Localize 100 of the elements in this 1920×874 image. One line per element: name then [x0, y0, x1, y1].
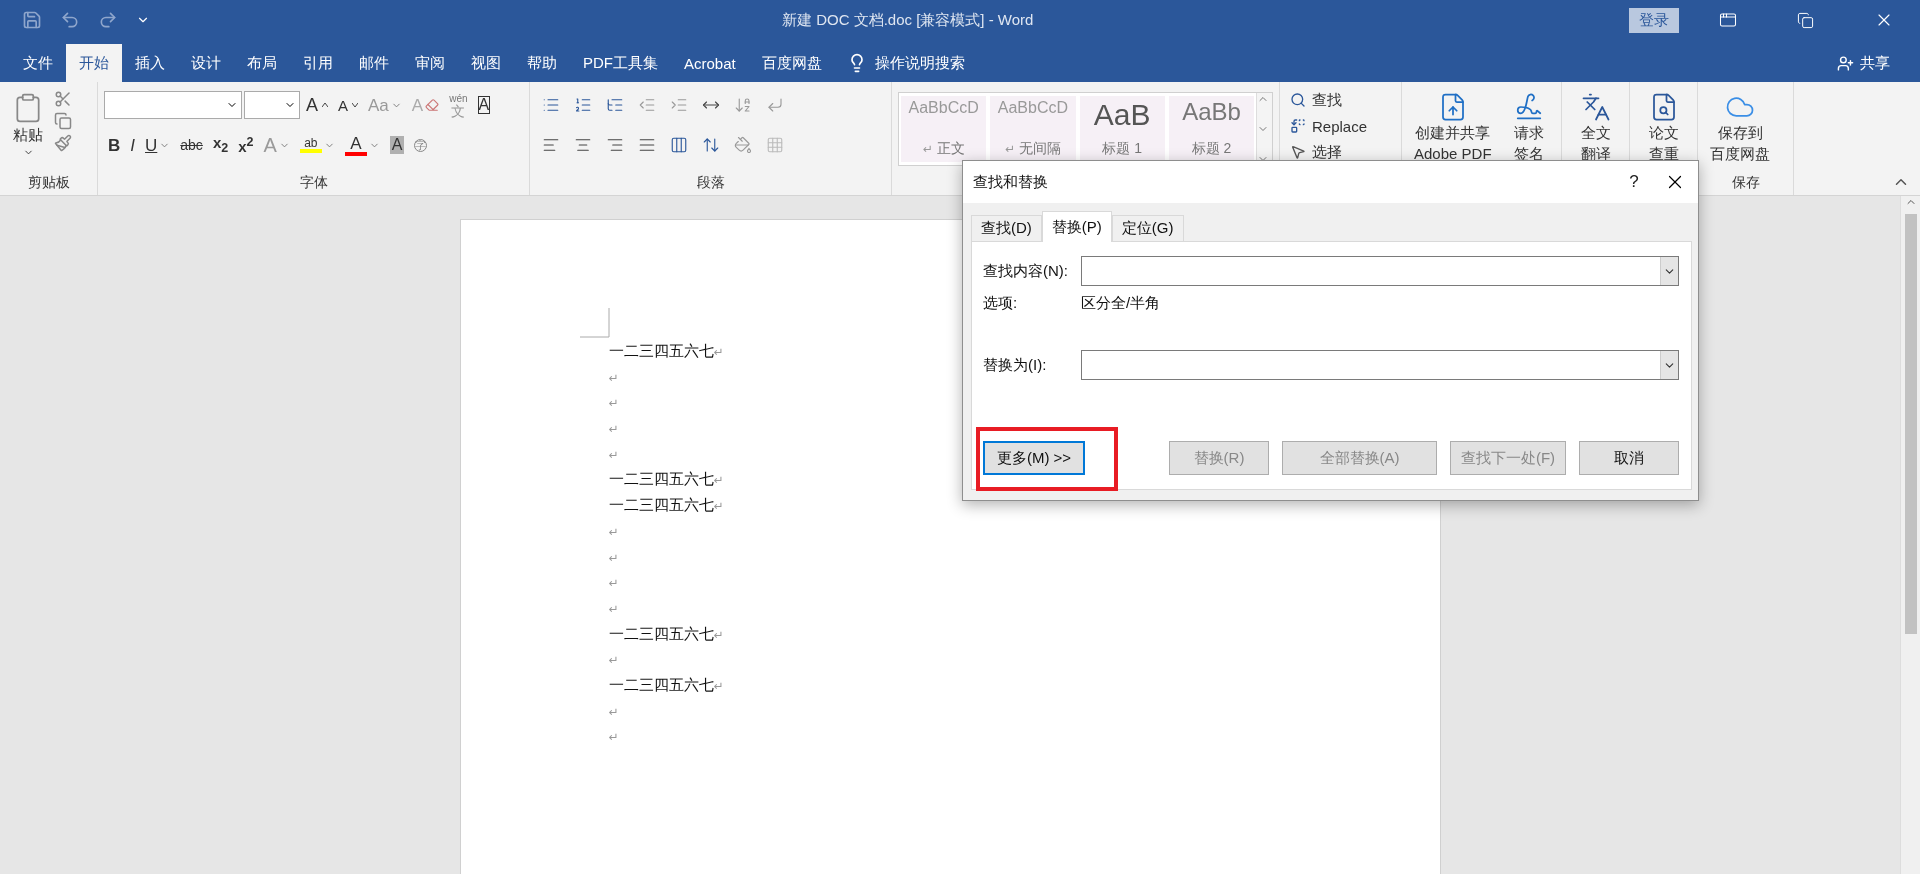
document-paragraph: ↵: [608, 600, 619, 618]
replace-icon: [1290, 118, 1306, 134]
character-border-button[interactable]: A: [473, 90, 495, 120]
font-size-field[interactable]: [244, 91, 300, 119]
dialog-title: 查找和替换: [973, 172, 1049, 192]
ribbon-tab[interactable]: 布局: [234, 44, 290, 82]
paste-button[interactable]: 粘贴: [6, 86, 50, 171]
ribbon-button[interactable]: 保存到 百度网盘: [1704, 86, 1776, 171]
dialog-tab[interactable]: 定位(G): [1111, 215, 1184, 241]
font-color-button[interactable]: A: [340, 130, 384, 160]
increase-indent-icon[interactable]: [670, 96, 688, 114]
document-paragraph: 一二三四五六七↵: [608, 495, 724, 516]
search-icon: [1290, 92, 1306, 108]
dialog-button[interactable]: 取消: [1579, 441, 1679, 475]
tell-me-search[interactable]: 操作说明搜索: [874, 53, 965, 73]
document-paragraph: ↵: [608, 523, 619, 541]
character-shading-button[interactable]: A: [385, 130, 409, 160]
align-left-icon[interactable]: [542, 136, 560, 154]
scrollbar[interactable]: [1900, 196, 1920, 874]
ribbon-tab[interactable]: 邮件: [346, 44, 402, 82]
ribbon-tab[interactable]: 帮助: [514, 44, 570, 82]
sort-icon[interactable]: [734, 96, 752, 114]
scroll-thumb[interactable]: [1904, 214, 1917, 634]
eraser-icon: [425, 98, 440, 112]
underline-button[interactable]: U: [141, 130, 175, 160]
editing-button[interactable]: 选择: [1286, 140, 1395, 164]
ribbon-tab[interactable]: 文件: [10, 44, 66, 82]
options-value: 区分全/半角: [1081, 293, 1161, 313]
multilevel-list-icon[interactable]: [606, 96, 624, 114]
field-label: 查找内容(N):: [983, 261, 1069, 281]
justify-icon[interactable]: [638, 136, 656, 154]
ribbon-tab[interactable]: 设计: [178, 44, 234, 82]
ribbon-tab[interactable]: 引用: [290, 44, 346, 82]
copy-icon[interactable]: [54, 112, 72, 130]
save-icon[interactable]: [22, 10, 42, 30]
window-title: 新建 DOC 文档.doc [兼容模式] - Word: [782, 10, 1035, 30]
ribbon-tab[interactable]: 百度网盘: [748, 44, 835, 82]
document-paragraph: ↵: [608, 729, 619, 747]
format-painter-icon[interactable]: [54, 134, 72, 152]
ribbon-tab[interactable]: 视图: [458, 44, 514, 82]
ribbon-tab[interactable]: 审阅: [402, 44, 458, 82]
share-button[interactable]: 共享: [1831, 44, 1896, 82]
decrease-indent-icon[interactable]: [638, 96, 656, 114]
align-center-icon[interactable]: [574, 136, 592, 154]
line-spacing-icon[interactable]: [702, 136, 720, 154]
corner-mark: [579, 308, 610, 338]
font-name-field[interactable]: [104, 91, 242, 119]
document-paragraph: 一二三四五六七↵: [608, 674, 724, 695]
phonetic-guide-button[interactable]: wén 文: [445, 90, 472, 120]
style-tile[interactable]: AaB 标题 1: [1079, 96, 1165, 162]
ribbon-button[interactable]: 创建并共享 Adobe PDF: [1408, 86, 1498, 195]
style-tile[interactable]: AaBb 标题 2: [1168, 96, 1255, 162]
help-button[interactable]: ?: [1614, 171, 1654, 193]
ribbon-tab[interactable]: 开始: [66, 44, 122, 82]
document-paragraph: ↵: [608, 421, 619, 439]
script-button[interactable]: x$^{2}$: [234, 130, 258, 160]
editing-button[interactable]: 查找: [1286, 88, 1395, 112]
grow-font-button[interactable]: A: [302, 90, 332, 120]
numbering-icon[interactable]: [574, 96, 592, 114]
document-paragraph: ↵: [608, 369, 619, 387]
ribbon-tab[interactable]: Acrobat: [671, 44, 749, 82]
bold-button[interactable]: B: [104, 130, 125, 160]
redo-icon[interactable]: [98, 10, 118, 30]
shading-icon[interactable]: [734, 136, 752, 154]
ribbon-button[interactable]: 请求 签名: [1507, 86, 1550, 195]
editing-button[interactable]: Replace: [1286, 114, 1395, 138]
shrink-font-button[interactable]: A: [334, 90, 363, 120]
ribbon-button[interactable]: 论文 查重: [1636, 86, 1691, 164]
strikethrough-button[interactable]: abc: [176, 130, 207, 160]
dialog-tab[interactable]: 查找(D): [971, 215, 1042, 241]
italic-button[interactable]: I: [126, 130, 139, 160]
document-paragraph: ↵: [608, 549, 619, 567]
cut-icon[interactable]: [54, 90, 72, 108]
group-label: 段落: [695, 173, 726, 192]
ribbon-tab[interactable]: PDF工具集: [570, 44, 671, 82]
group-label: 保存: [1730, 173, 1761, 192]
user-icon: [1837, 54, 1854, 72]
align-right-icon[interactable]: [606, 136, 624, 154]
ribbon-tab[interactable]: 插入: [122, 44, 178, 82]
replace-field[interactable]: [1081, 350, 1679, 380]
restore-icon[interactable]: [1797, 11, 1814, 29]
find-field[interactable]: [1081, 256, 1679, 286]
distributed-icon[interactable]: [670, 136, 688, 154]
highlight-button[interactable]: ab: [295, 130, 339, 160]
document-paragraph: 一二三四五六七↵: [608, 469, 724, 490]
sign-in-button[interactable]: 登录: [1629, 7, 1679, 33]
more-button[interactable]: 更多(M) >>: [983, 441, 1085, 475]
style-tile[interactable]: AaBbCcD ↵ 无间隔: [990, 96, 1076, 162]
style-tile[interactable]: AaBbCcD ↵ 正文: [901, 96, 987, 162]
bullets-icon[interactable]: [542, 96, 560, 114]
show-marks-icon[interactable]: [766, 96, 784, 114]
pointer-icon: [1290, 144, 1306, 160]
undo-icon[interactable]: [60, 10, 80, 30]
ribbon-display-icon[interactable]: [1719, 11, 1737, 29]
document-paragraph: ↵: [608, 703, 619, 721]
script-button[interactable]: x$_{2}$: [208, 130, 233, 160]
document-paragraph: ↵: [608, 652, 619, 670]
borders-icon[interactable]: [766, 136, 784, 154]
document-paragraph: ↵: [608, 575, 619, 593]
dialog-tab[interactable]: 替换(P): [1041, 211, 1112, 242]
